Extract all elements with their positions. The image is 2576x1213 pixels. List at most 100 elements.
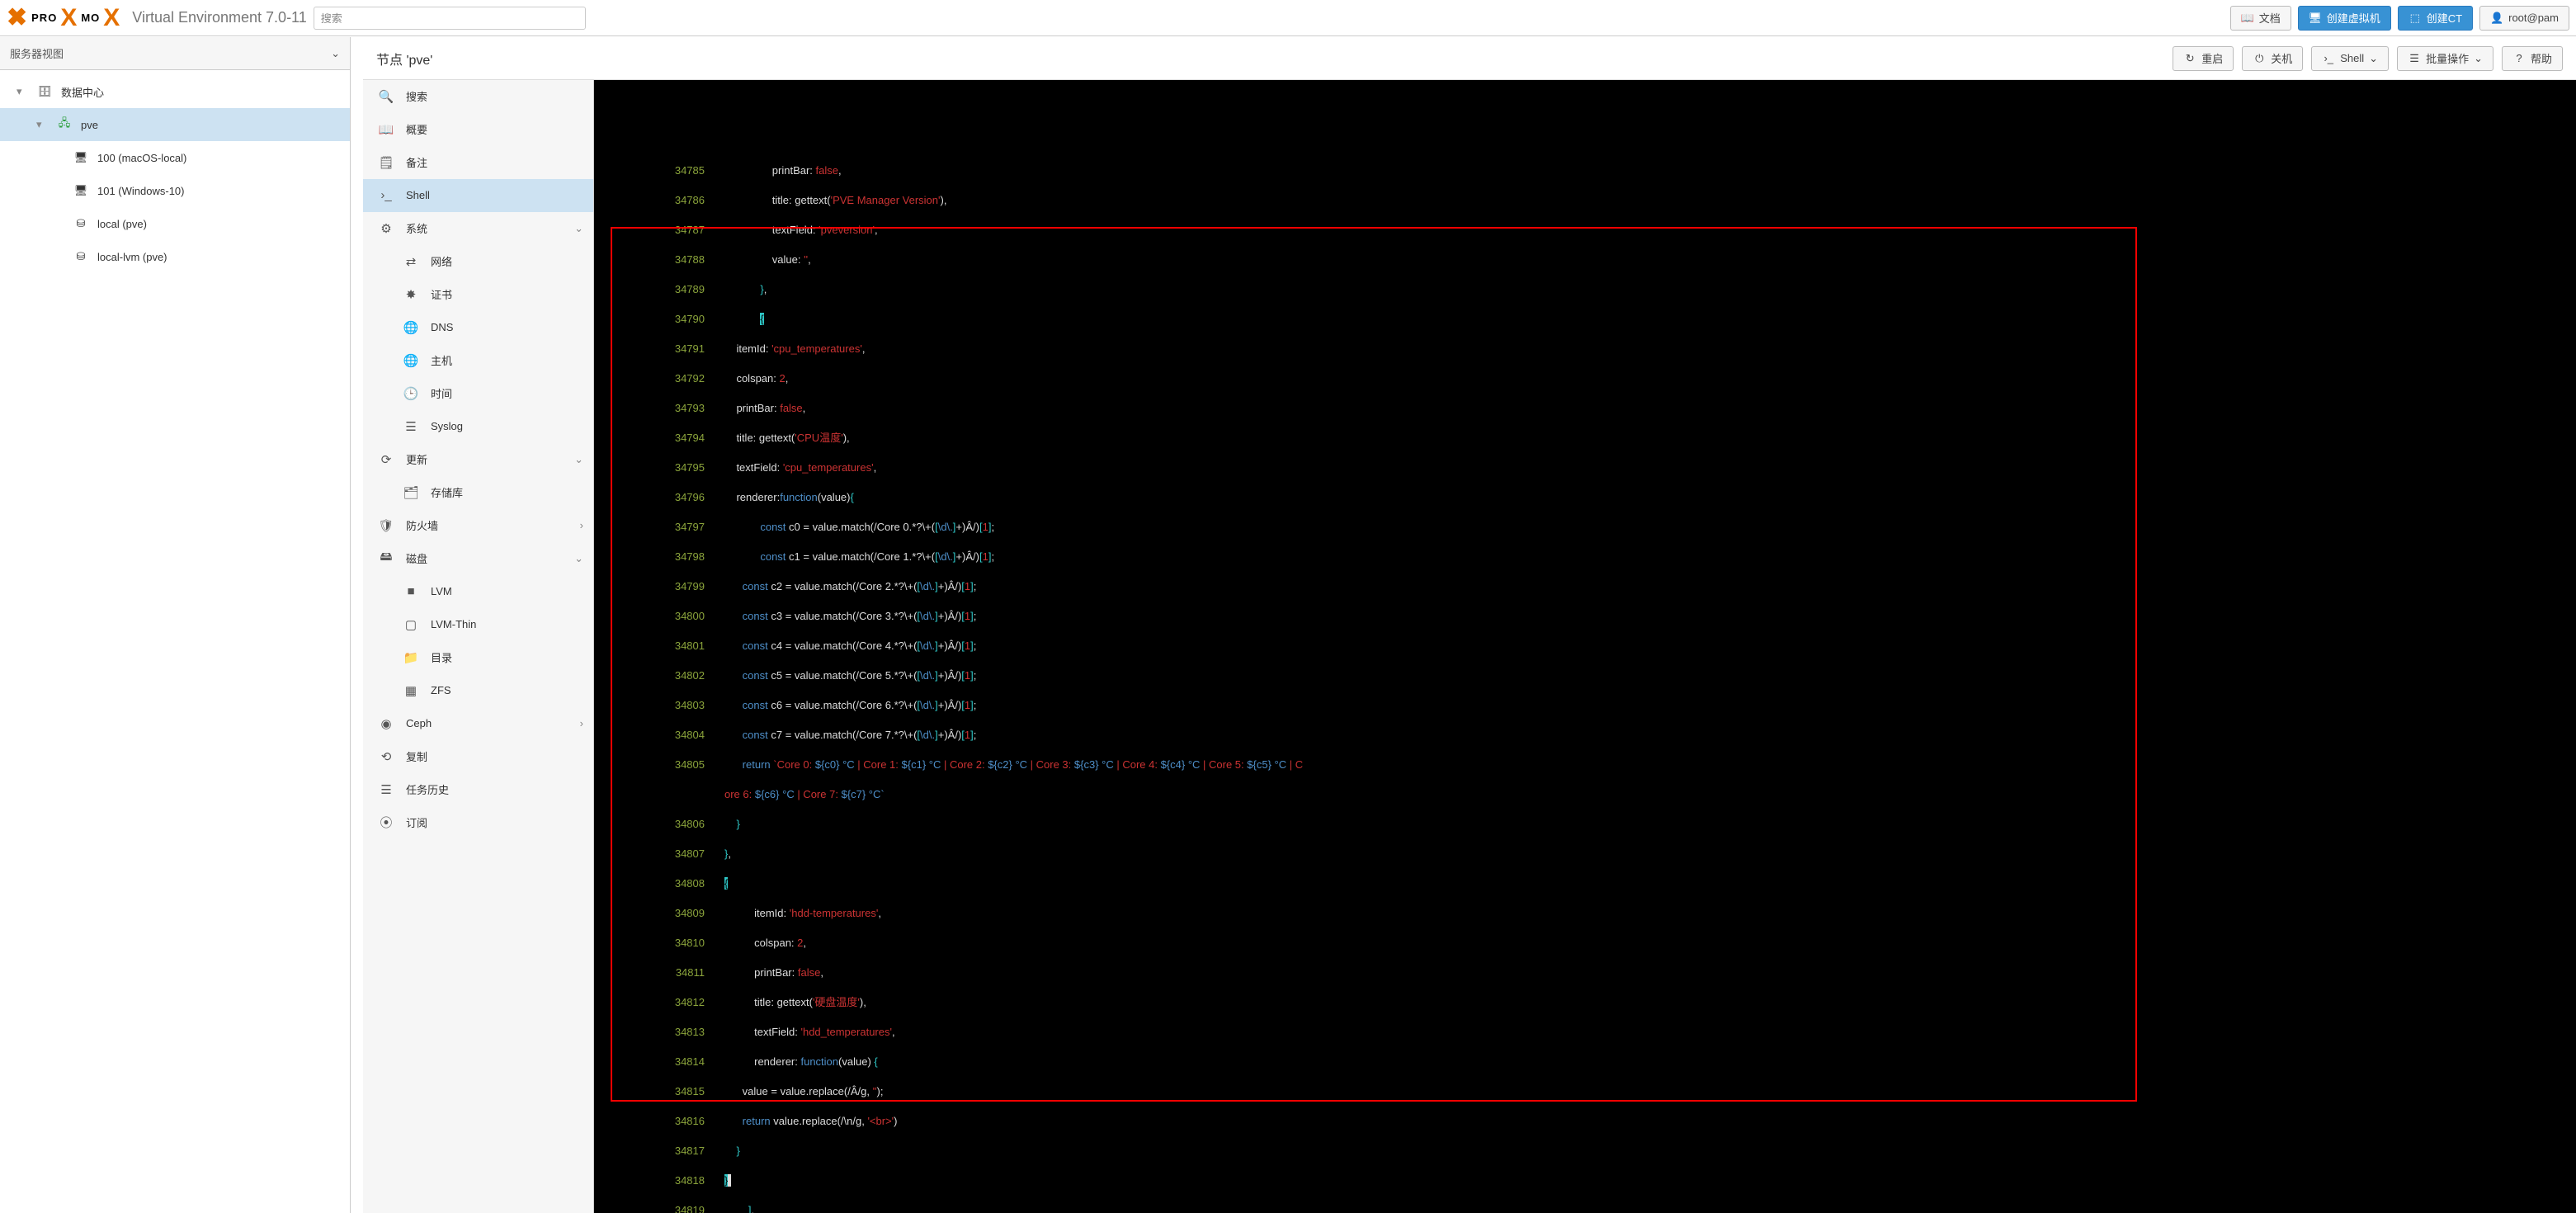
nav-dns[interactable]: 🌐DNS	[363, 311, 593, 344]
tree-label: 100 (macOS-local)	[97, 152, 186, 164]
nav-system[interactable]: ⚙系统⌄	[363, 212, 593, 245]
code-token: ,	[874, 461, 877, 474]
nav-zfs[interactable]: ▦ZFS	[363, 674, 593, 707]
nav-search[interactable]: 🔍搜索	[363, 80, 593, 113]
code-token: ),	[940, 194, 946, 206]
tree-view-label: 服务器视图	[10, 45, 64, 61]
code-token: colspan:	[724, 372, 779, 385]
code-token: renderer:	[724, 1055, 800, 1068]
bulk-dropdown-button[interactable]: ☰批量操作 ⌄	[2397, 46, 2493, 71]
nav-disks[interactable]: 🖴磁盘⌄	[363, 542, 593, 575]
code-token: return	[724, 1115, 771, 1127]
code-token: 'pveversion'	[819, 224, 875, 236]
tree-vm-101[interactable]: 🖥101 (Windows-10)	[0, 174, 350, 207]
line-number: 34806	[614, 809, 705, 839]
nav-ceph[interactable]: ◉Ceph›	[363, 707, 593, 740]
chevron-down-icon: ⌄	[574, 222, 583, 235]
nav-notes[interactable]: 🗒备注	[363, 146, 593, 179]
nav-task-history[interactable]: ☰任务历史	[363, 773, 593, 806]
nav-label: Ceph	[406, 717, 432, 729]
nav-certs[interactable]: ✸证书	[363, 278, 593, 311]
nav-label: 更新	[406, 451, 427, 467]
nav-lvm-thin[interactable]: ▢LVM-Thin	[363, 608, 593, 641]
code-token: c5 = value.match(/Core 5.*?\+(	[768, 669, 918, 682]
code-line: 34792 colspan: 2,	[614, 364, 2556, 394]
bars-icon: ☰	[2408, 52, 2421, 65]
code-line: 34811 printBar: false,	[614, 958, 2556, 988]
folder-icon: 📁	[403, 649, 419, 666]
code-token: ;	[991, 521, 994, 533]
chevron-right-icon: ›	[580, 519, 583, 531]
code-token: }	[724, 818, 740, 830]
nav-label: 网络	[431, 253, 452, 269]
shutdown-button[interactable]: ⏻关机	[2242, 46, 2303, 71]
nav-updates[interactable]: ⟳ 更新 ⌄	[363, 443, 593, 476]
tree-storage-local-lvm[interactable]: ⛁local-lvm (pve)	[0, 240, 350, 273]
code-token: function	[800, 1055, 838, 1068]
globe-icon: 🌐	[403, 319, 419, 336]
docs-button[interactable]: 📖文档	[2230, 6, 2291, 31]
code-token: const	[724, 610, 768, 622]
user-menu-button[interactable]: 👤root@pam	[2479, 6, 2569, 31]
top-header: ✖ PROXMOX Virtual Environment 7.0-11 搜索 …	[0, 0, 2576, 36]
nav-label: 存储库	[431, 484, 463, 500]
code-token: ,	[892, 1026, 895, 1038]
global-search-input[interactable]: 搜索	[314, 7, 586, 30]
code-token: value:	[724, 253, 804, 266]
code-token: ${c0} °C	[815, 758, 855, 771]
tree-vm-100[interactable]: 🖥100 (macOS-local)	[0, 141, 350, 174]
brand-text-pro: PRO	[31, 12, 57, 24]
line-number: 34797	[614, 512, 705, 542]
code-line: 34801 const c4 = value.match(/Core 4.*?\…	[614, 631, 2556, 661]
create-vm-label: 创建虚拟机	[2327, 10, 2380, 26]
code-line: 34798 const c1 = value.match(/Core 1.*?\…	[614, 542, 2556, 572]
help-button[interactable]: ?帮助	[2502, 46, 2563, 71]
nav-lvm[interactable]: ■LVM	[363, 575, 593, 608]
nav-replication[interactable]: ⟲复制	[363, 740, 593, 773]
tree-node-datacenter[interactable]: ▾🗄数据中心	[0, 75, 350, 108]
code-line: 34793 printBar: false,	[614, 394, 2556, 423]
code-line: 34807},	[614, 839, 2556, 869]
tree-view-selector[interactable]: 服务器视图 ⌄	[0, 37, 350, 70]
code-token: \d\.	[938, 521, 953, 533]
shell-terminal[interactable]: 34785 printBar: false,34786 title: gette…	[594, 80, 2576, 1213]
code-token: ,	[728, 847, 731, 860]
nav-subscription[interactable]: ⦿订阅	[363, 806, 593, 839]
code-token: c7 = value.match(/Core 7.*?\+(	[768, 729, 918, 741]
code-line: 34803 const c6 = value.match(/Core 6.*?\…	[614, 691, 2556, 720]
code-token: ,	[752, 1204, 755, 1213]
code-token: \d\.	[920, 640, 935, 652]
create-vm-button[interactable]: 🖥创建虚拟机	[2298, 6, 2391, 31]
refresh-icon: ⟳	[378, 451, 394, 468]
shield-icon: 🛡	[378, 517, 394, 534]
code-token: const	[724, 669, 768, 682]
code-token: );	[877, 1085, 884, 1097]
line-number: 34815	[614, 1077, 705, 1107]
nav-summary[interactable]: 📖概要	[363, 113, 593, 146]
create-ct-button[interactable]: ⬚创建CT	[2398, 6, 2473, 31]
code-token: | Core 1:	[855, 758, 902, 771]
version-label: Virtual Environment 7.0-11	[132, 9, 306, 26]
nav-shell[interactable]: ›_Shell	[363, 179, 593, 212]
code-token: c4 = value.match(/Core 4.*?\+(	[768, 640, 918, 652]
nav-firewall[interactable]: 🛡防火墙›	[363, 509, 593, 542]
globe-icon: 🌐	[403, 352, 419, 369]
reboot-button[interactable]: ↻重启	[2173, 46, 2234, 71]
nav-hosts[interactable]: 🌐主机	[363, 344, 593, 377]
line-number: 34817	[614, 1136, 705, 1166]
shell-dropdown-button[interactable]: ›_Shell ⌄	[2311, 46, 2389, 71]
chevron-down-icon: ⌄	[574, 453, 583, 466]
nav-repos[interactable]: 🗂存储库	[363, 476, 593, 509]
line-number: 34799	[614, 572, 705, 602]
nav-dir[interactable]: 📁目录	[363, 641, 593, 674]
code-token: +)Â/)	[955, 550, 979, 563]
tree-storage-local[interactable]: ⛁local (pve)	[0, 207, 350, 240]
code-token: }	[724, 283, 764, 295]
code-line: 34797 const c0 = value.match(/Core 0.*?\…	[614, 512, 2556, 542]
code-token: {	[724, 877, 728, 890]
code-token: +)Â/)	[938, 729, 962, 741]
nav-network[interactable]: ⇄网络	[363, 245, 593, 278]
nav-time[interactable]: 🕒时间	[363, 377, 593, 410]
tree-node-pve[interactable]: ▾🖧pve	[0, 108, 350, 141]
nav-syslog[interactable]: ☰Syslog	[363, 410, 593, 443]
